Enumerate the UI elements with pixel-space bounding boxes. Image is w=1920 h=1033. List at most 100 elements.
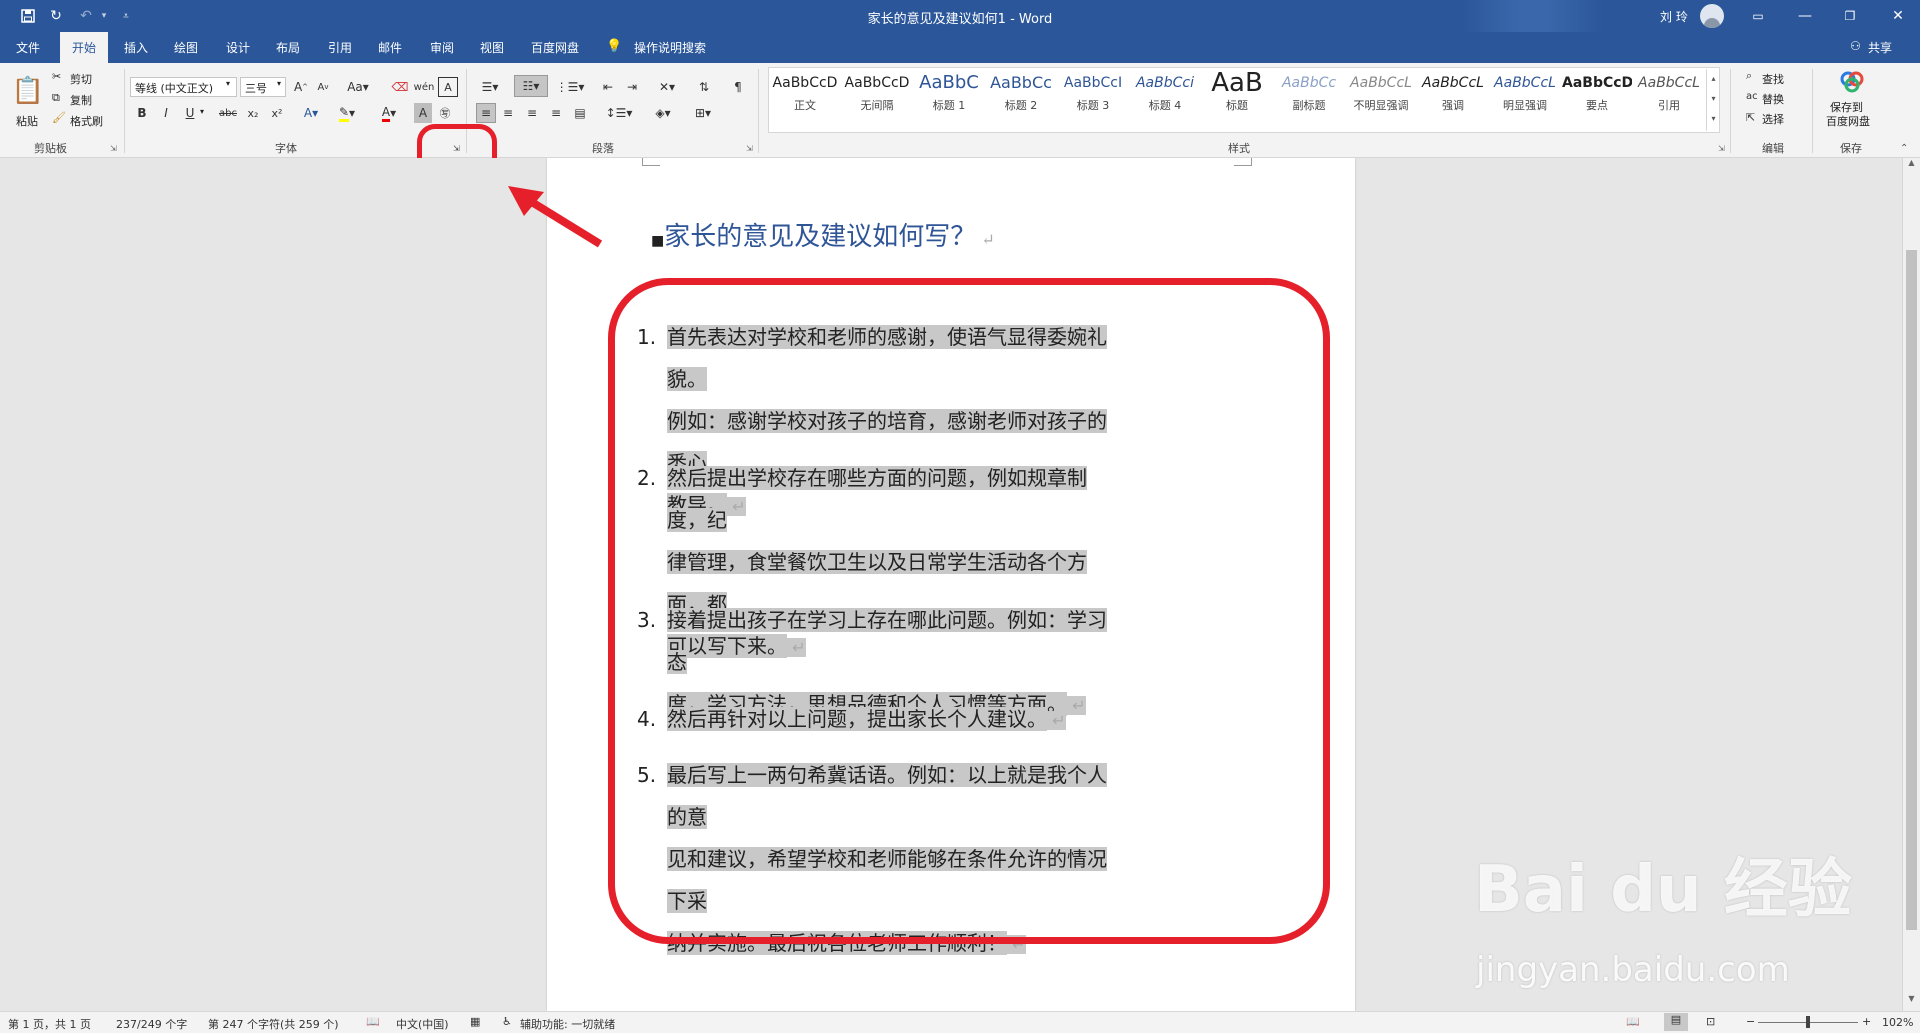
char-count[interactable]: 第 247 个字符(共 259 个) <box>208 1016 339 1032</box>
text-effects-icon[interactable]: A▾ <box>298 103 324 123</box>
tab-home[interactable]: 开始 <box>60 32 109 63</box>
read-mode-icon[interactable]: 📖 <box>1626 1015 1640 1028</box>
tab-file[interactable]: 文件 <box>16 39 40 56</box>
user-name[interactable]: 刘 玲 <box>1660 8 1688 25</box>
web-layout-icon[interactable]: ⊡ <box>1706 1015 1715 1028</box>
tab-view[interactable]: 视图 <box>480 39 504 56</box>
line-spacing-icon[interactable]: ↕☰▾ <box>604 103 634 123</box>
zoom-level[interactable]: 102% <box>1882 1016 1913 1029</box>
select-button[interactable]: 选择 <box>1762 111 1784 127</box>
tab-design[interactable]: 设计 <box>226 39 250 56</box>
ribbon-display-options-icon[interactable]: ▭ <box>1748 6 1768 26</box>
language[interactable]: 中文(中国) <box>396 1016 449 1032</box>
style-no-spacing[interactable]: AaBbCcD 无间隔 <box>842 69 912 127</box>
tab-draw[interactable]: 绘图 <box>174 39 198 56</box>
character-shading-icon[interactable]: A <box>414 103 432 123</box>
minimize-icon[interactable]: — <box>1795 6 1815 26</box>
replace-button[interactable]: 替换 <box>1762 91 1784 107</box>
align-right-icon[interactable]: ≡ <box>522 103 542 123</box>
multilevel-list-icon[interactable]: ⋮☰▾ <box>556 77 585 97</box>
tab-insert[interactable]: 插入 <box>124 39 148 56</box>
scroll-up-icon[interactable]: ▲ <box>1903 158 1920 174</box>
style-strong[interactable]: AaBbCcD 要点 <box>1562 69 1632 127</box>
scroll-down-icon[interactable]: ▼ <box>1903 994 1920 1010</box>
accessibility-status[interactable]: 辅助功能: 一切就绪 <box>520 1016 615 1032</box>
baidu-cloud-icon[interactable] <box>1838 69 1866 93</box>
font-name-select[interactable]: 等线 (中文正文) <box>130 77 237 97</box>
paste-icon[interactable]: 📋 <box>12 71 44 111</box>
highlight-color-icon[interactable]: ✎ ▾ <box>334 103 360 123</box>
style-title[interactable]: AaB 标题 <box>1202 69 1272 127</box>
clear-formatting-icon[interactable]: ⌫ <box>390 77 410 97</box>
styles-launcher-icon[interactable]: ⇲ <box>1718 144 1725 153</box>
proofing-icon[interactable]: 📖 <box>366 1015 380 1028</box>
show-marks-icon[interactable]: ¶ <box>728 77 748 97</box>
enclose-characters-icon[interactable]: ㊢ <box>436 103 454 123</box>
clipboard-launcher-icon[interactable]: ⇲ <box>110 144 117 153</box>
copy-button[interactable]: 复制 <box>70 92 92 108</box>
zoom-out-icon[interactable]: − <box>1746 1015 1755 1028</box>
scroll-thumb[interactable] <box>1906 250 1917 930</box>
numbering-icon[interactable]: ☷▾ <box>514 75 548 97</box>
collapse-ribbon-icon[interactable]: ⌃ <box>1900 143 1908 154</box>
styles-scroll[interactable]: ▴ ▾ ▾ <box>1706 69 1720 131</box>
phonetic-guide-icon[interactable]: wén <box>414 77 435 97</box>
font-color-icon[interactable]: A ▾ <box>376 103 402 123</box>
style-heading-1[interactable]: AaBbC 标题 1 <box>914 69 984 127</box>
zoom-slider-thumb[interactable] <box>1806 1016 1810 1028</box>
word-count[interactable]: 237/249 个字 <box>116 1016 187 1032</box>
style-heading-2[interactable]: AaBbCc 标题 2 <box>986 69 1056 127</box>
share-button[interactable]: 共享 <box>1868 39 1892 56</box>
style-heading-3[interactable]: AaBbCcI 标题 3 <box>1058 69 1128 127</box>
save-to-baidu-button-line2[interactable]: 百度网盘 <box>1826 113 1870 129</box>
style-quote[interactable]: AaBbCcL 引用 <box>1634 69 1704 127</box>
zoom-in-icon[interactable]: + <box>1862 1015 1871 1028</box>
find-button[interactable]: 查找 <box>1762 71 1784 87</box>
tab-mailings[interactable]: 邮件 <box>378 39 402 56</box>
tell-me-search[interactable]: 操作说明搜索 <box>634 39 706 56</box>
close-icon[interactable]: ✕ <box>1888 6 1908 26</box>
chinese-layout-icon[interactable]: ✕▾ <box>652 77 682 97</box>
tab-references[interactable]: 引用 <box>328 39 352 56</box>
style-subtle-emphasis[interactable]: AaBbCcL 不明显强调 <box>1346 69 1416 127</box>
align-center-icon[interactable]: ≡ <box>498 103 518 123</box>
borders-icon[interactable]: ⊞▾ <box>688 103 718 123</box>
style-heading-4[interactable]: AaBbCci 标题 4 <box>1130 69 1200 127</box>
decrease-indent-icon[interactable]: ⇤ <box>598 77 618 97</box>
shading-icon[interactable]: ◈▾ <box>648 103 678 123</box>
underline-button[interactable]: U <box>182 103 198 123</box>
style-sample: AaBbCcD <box>844 75 910 91</box>
grow-font-icon[interactable]: A ^ <box>292 77 310 97</box>
format-painter-button[interactable]: 格式刷 <box>70 113 103 129</box>
style-emphasis[interactable]: AaBbCcL 强调 <box>1418 69 1488 127</box>
cut-button[interactable]: 剪切 <box>70 71 92 87</box>
paragraph-launcher-icon[interactable]: ⇲ <box>746 144 753 153</box>
style-normal[interactable]: AaBbCcD 正文 <box>770 69 840 127</box>
align-left-icon[interactable]: ≡ <box>476 103 496 123</box>
vertical-scrollbar[interactable]: ▲ ▼ <box>1902 158 1920 1011</box>
increase-indent-icon[interactable]: ⇥ <box>622 77 642 97</box>
restore-icon[interactable]: ❐ <box>1840 6 1860 26</box>
shrink-font-icon[interactable]: Av <box>314 77 332 97</box>
superscript-button[interactable]: x² <box>268 103 286 123</box>
distributed-icon[interactable]: ▤ <box>570 103 590 123</box>
strikethrough-button[interactable]: abc <box>216 103 240 123</box>
avatar[interactable] <box>1700 4 1724 28</box>
page-count[interactable]: 第 1 页，共 1 页 <box>8 1016 91 1032</box>
macro-icon[interactable]: ▦ <box>470 1015 480 1028</box>
bullets-icon[interactable]: ☰▾ <box>476 77 504 97</box>
tab-baidu-netdisk[interactable]: 百度网盘 <box>531 39 579 56</box>
print-layout-icon[interactable]: ▤ <box>1664 1013 1688 1031</box>
bold-button[interactable]: B <box>134 103 150 123</box>
style-intense-emphasis[interactable]: AaBbCcL 明显强调 <box>1490 69 1560 127</box>
sort-icon[interactable]: ⇅ <box>694 77 714 97</box>
character-border-icon[interactable]: A <box>438 77 458 97</box>
italic-button[interactable]: I <box>158 103 174 123</box>
paste-button[interactable]: 粘贴 <box>16 113 38 129</box>
subscript-button[interactable]: x₂ <box>244 103 262 123</box>
tab-review[interactable]: 审阅 <box>430 39 454 56</box>
justify-icon[interactable]: ≡ <box>546 103 566 123</box>
change-case-icon[interactable]: Aa▾ <box>344 77 372 97</box>
tab-layout[interactable]: 布局 <box>276 39 300 56</box>
style-subtitle[interactable]: AaBbCc 副标题 <box>1274 69 1344 127</box>
